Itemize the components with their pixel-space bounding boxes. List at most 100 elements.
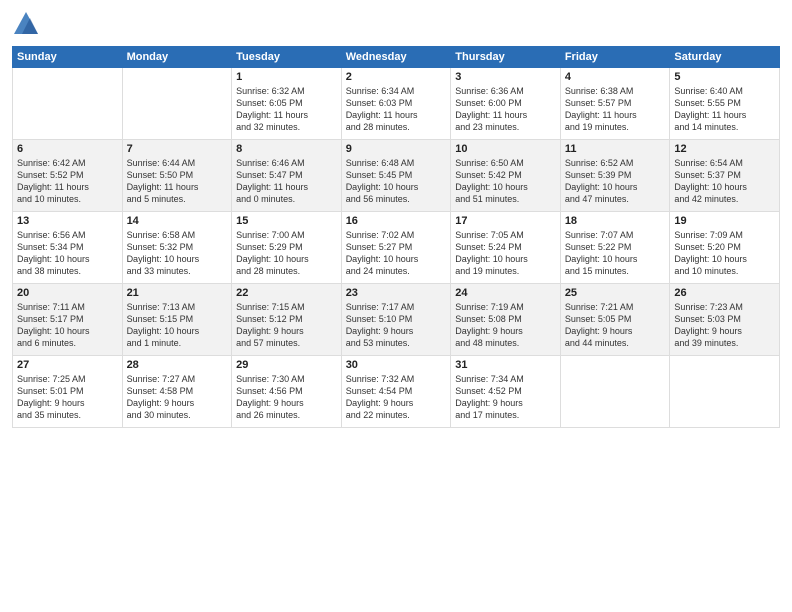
day-number: 29: [236, 359, 337, 371]
logo-icon: [12, 10, 40, 38]
day-number: 6: [17, 143, 118, 155]
day-number: 14: [127, 215, 228, 227]
day-number: 15: [236, 215, 337, 227]
calendar-cell: 10 Sunrise: 6:50 AMSunset: 5:42 PMDayligh…: [451, 140, 561, 212]
calendar-cell: 18Sunrise: 7:07 AMSunset: 5:22 PMDayligh…: [560, 212, 670, 284]
calendar-cell: 15 Sunrise: 7:00 AMSunset: 5:29 PMDayligh…: [232, 212, 342, 284]
day-info: Sunrise: 7:19 AMSunset: 5:08 PMDaylight:…: [455, 301, 556, 350]
logo: [12, 10, 44, 38]
day-info: Sunrise: 7:15 AMSunset: 5:12 PMDaylight:…: [236, 301, 337, 350]
day-info: Sunrise: 6:44 AMSunset: 5:50 PMDaylight:…: [127, 157, 228, 206]
calendar-week-row: 6 Sunrise: 6:42 AMSunset: 5:52 PMDaylight…: [13, 140, 780, 212]
day-info: Sunrise: 6:42 AMSunset: 5:52 PMDaylight:…: [17, 157, 118, 206]
calendar-cell: 8 Sunrise: 6:46 AMSunset: 5:47 PMDaylight…: [232, 140, 342, 212]
calendar-cell: 13 Sunrise: 6:56 AMSunset: 5:34 PMDayligh…: [13, 212, 123, 284]
day-info: Sunrise: 7:17 AMSunset: 5:10 PMDaylight:…: [346, 301, 447, 350]
calendar-cell: 3Sunrise: 6:36 AMSunset: 6:00 PMDaylight…: [451, 68, 561, 140]
calendar-cell: 19Sunrise: 7:09 AMSunset: 5:20 PMDayligh…: [670, 212, 780, 284]
day-number: 22: [236, 287, 337, 299]
day-number: 28: [127, 359, 228, 371]
day-number: 2: [346, 71, 447, 83]
calendar-cell: 28 Sunrise: 7:27 AMSunset: 4:58 PMDayligh…: [122, 356, 232, 428]
day-number: 31: [455, 359, 556, 371]
day-number: 30: [346, 359, 447, 371]
calendar-cell: 29 Sunrise: 7:30 AMSunset: 4:56 PMDayligh…: [232, 356, 342, 428]
day-info: Sunrise: 7:11 AMSunset: 5:17 PMDaylight:…: [17, 301, 118, 350]
calendar-header: SundayMondayTuesdayWednesdayThursdayFrid…: [13, 47, 780, 68]
day-number: 17: [455, 215, 556, 227]
day-info: Sunrise: 6:48 AMSunset: 5:45 PMDaylight:…: [346, 157, 447, 206]
calendar-cell: 2 Sunrise: 6:34 AMSunset: 6:03 PMDaylight…: [341, 68, 451, 140]
weekday-header-tuesday: Tuesday: [232, 47, 342, 68]
calendar-cell: 6 Sunrise: 6:42 AMSunset: 5:52 PMDaylight…: [13, 140, 123, 212]
day-info: Sunrise: 7:02 AMSunset: 5:27 PMDaylight:…: [346, 229, 447, 278]
day-info: Sunrise: 7:05 AMSunset: 5:24 PMDaylight:…: [455, 229, 556, 278]
calendar-cell: 11 Sunrise: 6:52 AMSunset: 5:39 PMDayligh…: [560, 140, 670, 212]
calendar-cell: 5Sunrise: 6:40 AMSunset: 5:55 PMDaylight…: [670, 68, 780, 140]
day-number: 4: [565, 71, 666, 83]
day-number: 25: [565, 287, 666, 299]
calendar-cell: 20Sunrise: 7:11 AMSunset: 5:17 PMDayligh…: [13, 284, 123, 356]
weekday-row: SundayMondayTuesdayWednesdayThursdayFrid…: [13, 47, 780, 68]
calendar-cell: 7 Sunrise: 6:44 AMSunset: 5:50 PMDaylight…: [122, 140, 232, 212]
calendar-cell: 23 Sunrise: 7:17 AMSunset: 5:10 PMDayligh…: [341, 284, 451, 356]
calendar-cell: 26 Sunrise: 7:23 AMSunset: 5:03 PMDayligh…: [670, 284, 780, 356]
day-info: Sunrise: 7:32 AMSunset: 4:54 PMDaylight:…: [346, 373, 447, 422]
day-number: 8: [236, 143, 337, 155]
weekday-header-monday: Monday: [122, 47, 232, 68]
day-number: 26: [674, 287, 775, 299]
calendar-cell: 16 Sunrise: 7:02 AMSunset: 5:27 PMDayligh…: [341, 212, 451, 284]
day-info: Sunrise: 6:46 AMSunset: 5:47 PMDaylight:…: [236, 157, 337, 206]
day-number: 18: [565, 215, 666, 227]
calendar-cell: 12Sunrise: 6:54 AMSunset: 5:37 PMDayligh…: [670, 140, 780, 212]
day-number: 7: [127, 143, 228, 155]
calendar-cell: 17 Sunrise: 7:05 AMSunset: 5:24 PMDayligh…: [451, 212, 561, 284]
day-info: Sunrise: 6:58 AMSunset: 5:32 PMDaylight:…: [127, 229, 228, 278]
day-info: Sunrise: 7:21 AMSunset: 5:05 PMDaylight:…: [565, 301, 666, 350]
day-info: Sunrise: 6:54 AMSunset: 5:37 PMDaylight:…: [674, 157, 775, 206]
day-info: Sunrise: 6:38 AMSunset: 5:57 PMDaylight:…: [565, 85, 666, 134]
calendar-week-row: 27 Sunrise: 7:25 AMSunset: 5:01 PMDayligh…: [13, 356, 780, 428]
day-info: Sunrise: 7:13 AMSunset: 5:15 PMDaylight:…: [127, 301, 228, 350]
calendar-cell: [122, 68, 232, 140]
day-info: Sunrise: 6:56 AMSunset: 5:34 PMDaylight:…: [17, 229, 118, 278]
day-number: 27: [17, 359, 118, 371]
calendar-cell: 22 Sunrise: 7:15 AMSunset: 5:12 PMDayligh…: [232, 284, 342, 356]
calendar-cell: [13, 68, 123, 140]
calendar-cell: 27 Sunrise: 7:25 AMSunset: 5:01 PMDayligh…: [13, 356, 123, 428]
weekday-header-thursday: Thursday: [451, 47, 561, 68]
calendar-cell: 25 Sunrise: 7:21 AMSunset: 5:05 PMDayligh…: [560, 284, 670, 356]
calendar-cell: 24 Sunrise: 7:19 AMSunset: 5:08 PMDayligh…: [451, 284, 561, 356]
calendar-cell: 21Sunrise: 7:13 AMSunset: 5:15 PMDayligh…: [122, 284, 232, 356]
day-number: 1: [236, 71, 337, 83]
day-info: Sunrise: 6:40 AMSunset: 5:55 PMDaylight:…: [674, 85, 775, 134]
day-number: 16: [346, 215, 447, 227]
day-info: Sunrise: 7:23 AMSunset: 5:03 PMDaylight:…: [674, 301, 775, 350]
day-info: Sunrise: 6:36 AMSunset: 6:00 PMDaylight:…: [455, 85, 556, 134]
day-number: 19: [674, 215, 775, 227]
day-info: Sunrise: 7:27 AMSunset: 4:58 PMDaylight:…: [127, 373, 228, 422]
day-number: 11: [565, 143, 666, 155]
day-info: Sunrise: 7:34 AMSunset: 4:52 PMDaylight:…: [455, 373, 556, 422]
day-info: Sunrise: 6:50 AMSunset: 5:42 PMDaylight:…: [455, 157, 556, 206]
weekday-header-saturday: Saturday: [670, 47, 780, 68]
calendar-week-row: 20Sunrise: 7:11 AMSunset: 5:17 PMDayligh…: [13, 284, 780, 356]
day-info: Sunrise: 7:30 AMSunset: 4:56 PMDaylight:…: [236, 373, 337, 422]
day-number: 23: [346, 287, 447, 299]
day-number: 10: [455, 143, 556, 155]
calendar-week-row: 13 Sunrise: 6:56 AMSunset: 5:34 PMDayligh…: [13, 212, 780, 284]
day-number: 13: [17, 215, 118, 227]
calendar-cell: [560, 356, 670, 428]
day-info: Sunrise: 7:25 AMSunset: 5:01 PMDaylight:…: [17, 373, 118, 422]
calendar-cell: 30 Sunrise: 7:32 AMSunset: 4:54 PMDayligh…: [341, 356, 451, 428]
day-number: 9: [346, 143, 447, 155]
weekday-header-friday: Friday: [560, 47, 670, 68]
day-number: 24: [455, 287, 556, 299]
calendar-cell: 14 Sunrise: 6:58 AMSunset: 5:32 PMDayligh…: [122, 212, 232, 284]
day-info: Sunrise: 6:52 AMSunset: 5:39 PMDaylight:…: [565, 157, 666, 206]
page-container: SundayMondayTuesdayWednesdayThursdayFrid…: [0, 0, 792, 612]
day-info: Sunrise: 7:00 AMSunset: 5:29 PMDaylight:…: [236, 229, 337, 278]
day-info: Sunrise: 6:34 AMSunset: 6:03 PMDaylight:…: [346, 85, 447, 134]
calendar-cell: 4 Sunrise: 6:38 AMSunset: 5:57 PMDaylight…: [560, 68, 670, 140]
weekday-header-wednesday: Wednesday: [341, 47, 451, 68]
